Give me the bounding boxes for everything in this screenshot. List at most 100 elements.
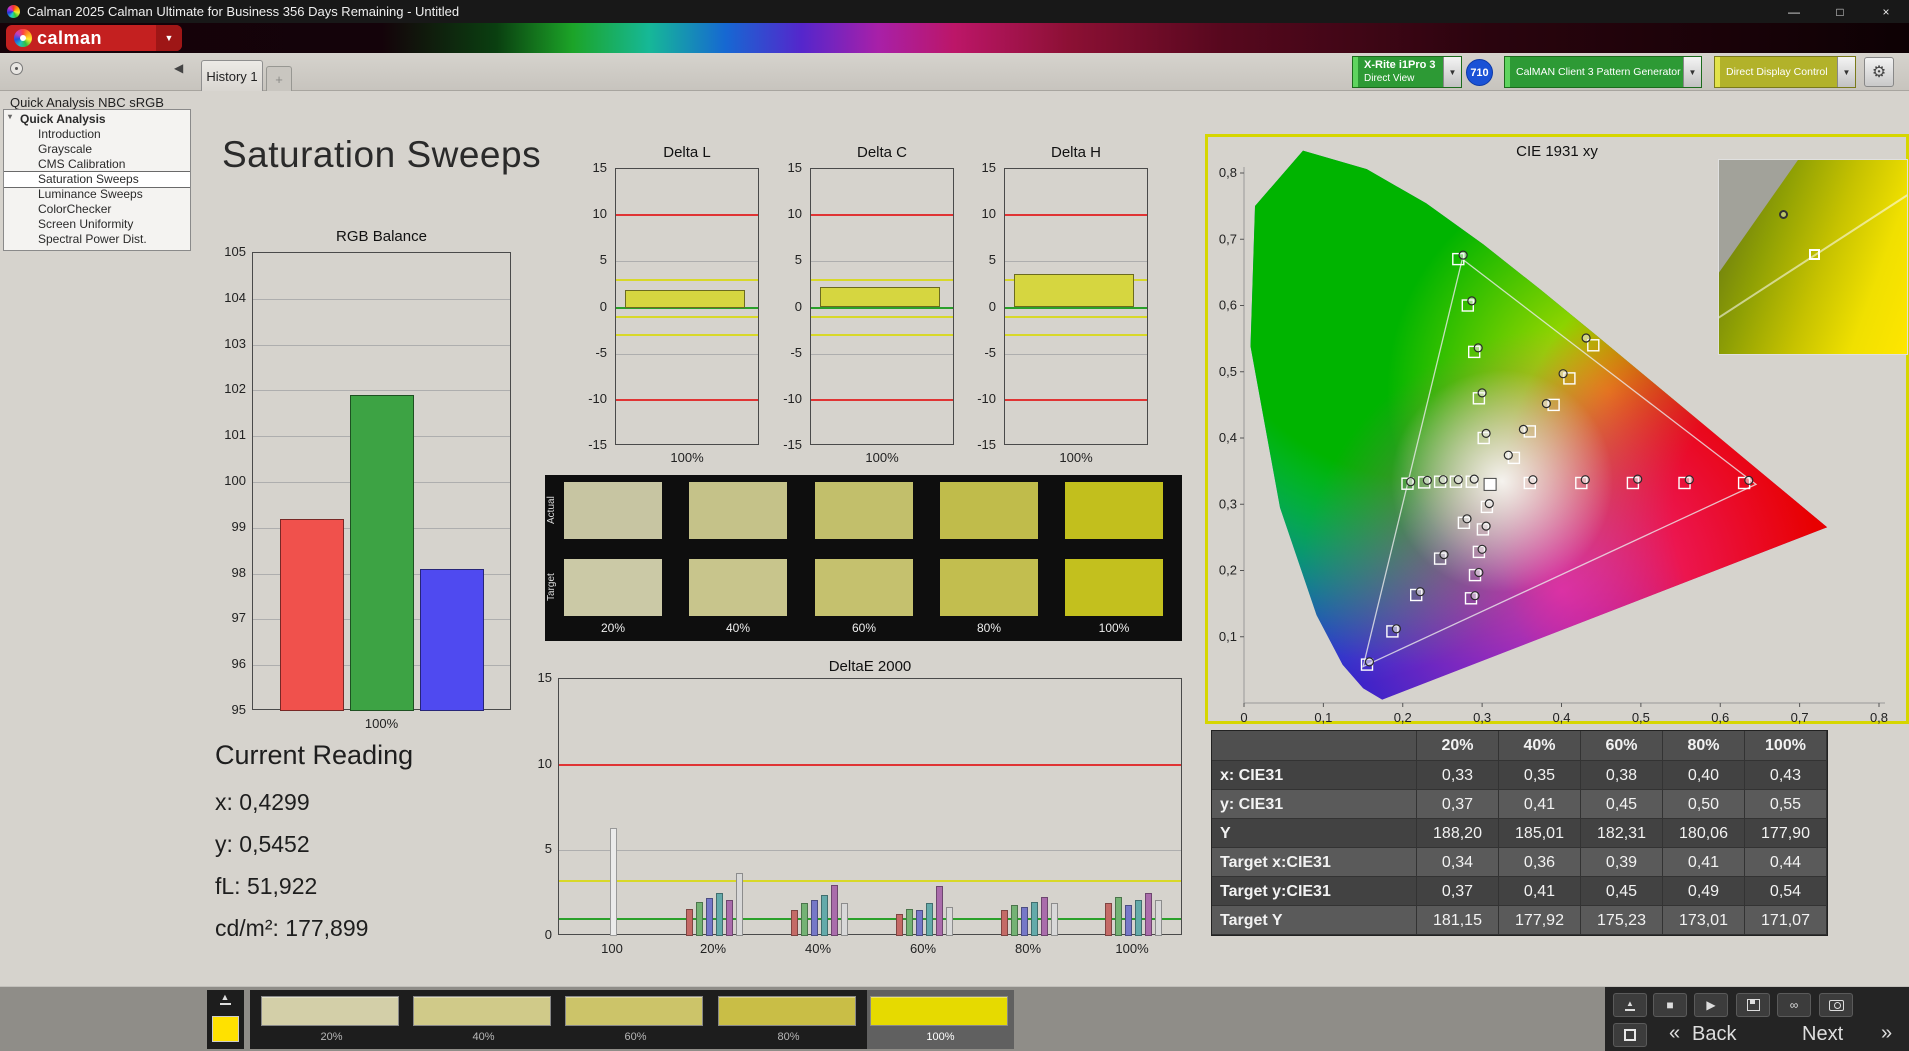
table-cell: 0,43	[1745, 761, 1827, 790]
back-button[interactable]: Back	[1692, 1023, 1736, 1046]
capture-button[interactable]	[1819, 993, 1853, 1017]
table-row: Target x:CIE31 0,34 0,36 0,39 0,41 0,44	[1212, 848, 1827, 877]
back-chevrons-icon[interactable]: «	[1669, 1022, 1680, 1045]
calman-menu-button[interactable]: calman ▼	[6, 25, 182, 51]
save-button[interactable]	[1736, 993, 1770, 1017]
y-tick-label: 10	[981, 206, 996, 222]
y-tick-label: 0	[544, 927, 552, 942]
stop-button[interactable]: ■	[1653, 993, 1687, 1017]
reference-line	[1005, 315, 1147, 318]
sidebar-item-saturation-sweeps[interactable]: Saturation Sweeps	[4, 171, 190, 188]
sidebar-item-grayscale[interactable]: Grayscale	[4, 142, 190, 157]
meter-dropdown[interactable]: X-Rite i1Pro 3 Direct View ▼	[1352, 56, 1462, 88]
pattern-swatch-60%[interactable]: 60%	[562, 990, 709, 1049]
y-tick-label: 105	[224, 244, 246, 259]
sidebar-item-colorchecker[interactable]: ColorChecker	[4, 202, 190, 217]
reference-line	[1005, 214, 1147, 217]
deltae-bar	[715, 893, 723, 936]
add-tab-button[interactable]: +	[266, 66, 292, 91]
pattern-generator-dropdown[interactable]: CalMAN Client 3 Pattern Generator ▼	[1504, 56, 1702, 88]
measured-point	[1453, 475, 1463, 485]
dropdown-arrow-icon[interactable]: ▼	[1837, 57, 1855, 87]
reference-line	[1005, 334, 1147, 337]
dropdown-arrow-icon[interactable]: ▼	[1443, 57, 1461, 87]
loop-button[interactable]: ∞	[1777, 993, 1811, 1017]
display-control-dropdown[interactable]: Direct Display Control ▼	[1714, 56, 1856, 88]
delta-h-plot	[1004, 168, 1148, 445]
row-label-actual: Actual	[546, 496, 557, 525]
reference-line	[559, 763, 1181, 766]
y-tick-label: 0,6	[1219, 298, 1237, 313]
next-button[interactable]: Next	[1802, 1023, 1843, 1046]
row-label-target: Target	[546, 573, 557, 602]
sidebar-item-screen-uniformity[interactable]: Screen Uniformity	[4, 217, 190, 232]
actual-swatch-60%	[815, 482, 913, 539]
maximize-button[interactable]: □	[1817, 0, 1863, 23]
gridline	[811, 353, 953, 355]
measured-point	[1633, 474, 1643, 484]
table-cell: 171,07	[1745, 906, 1827, 935]
deltae-bar	[1104, 903, 1112, 936]
sidebar-item-cms-calibration[interactable]: CMS Calibration	[4, 157, 190, 172]
table-row: x: CIE31 0,33 0,35 0,38 0,40 0,43	[1212, 761, 1827, 790]
eject-icon[interactable]: ▲	[215, 993, 235, 1009]
brand-bar: calman ▼	[0, 23, 1909, 53]
pattern-window-button[interactable]	[1613, 1023, 1647, 1047]
reading-x: x: 0,4299	[215, 789, 310, 815]
minimize-button[interactable]: —	[1771, 0, 1817, 23]
sidebar-item-luminance-sweeps[interactable]: Luminance Sweeps	[4, 187, 190, 202]
sidebar-item-introduction[interactable]: Introduction	[4, 127, 190, 142]
play-button[interactable]: ▶	[1694, 993, 1728, 1017]
eject-button[interactable]: ▲	[1613, 993, 1647, 1017]
y-tick-label: -5	[790, 344, 802, 360]
measured-point	[1439, 550, 1449, 560]
y-tick-label: 101	[224, 427, 246, 443]
sidebar-item-spectral-power-dist-[interactable]: Spectral Power Dist.	[4, 232, 190, 247]
measured-point	[1481, 428, 1491, 438]
row-label: y: CIE31	[1212, 790, 1417, 819]
table-cell: 0,50	[1663, 790, 1745, 819]
pattern-swatch-80%[interactable]: 80%	[715, 990, 862, 1049]
deltae-2000-chart: DeltaE 2000 0 5 10 15 100 20% 40% 60% 80% 100%	[518, 658, 1208, 958]
tab-history-1[interactable]: History 1	[201, 60, 263, 91]
deltae-bar	[810, 900, 818, 936]
pattern-swatch-100%[interactable]: 100%	[867, 990, 1014, 1049]
window-pattern-icon	[1624, 1029, 1636, 1041]
measured-point	[1503, 450, 1513, 460]
calman-menu-arrow-icon[interactable]: ▼	[156, 25, 182, 51]
deltae-bar	[609, 828, 617, 936]
meter-mode: Direct View	[1364, 72, 1415, 84]
measured-point	[1580, 475, 1590, 485]
sidebar-collapse-icon[interactable]: ◀	[174, 61, 183, 75]
swatch-label: 80%	[777, 1031, 800, 1043]
swatch-color	[261, 996, 399, 1026]
deltae-bar	[945, 906, 953, 936]
gridline	[253, 298, 510, 300]
rgb-balance-chart: RGB Balance 100% 95 96 97 98 99 100 101 102 103 1…	[214, 228, 524, 740]
table-cell: 181,15	[1417, 906, 1499, 935]
current-pattern-panel: ▲	[207, 990, 244, 1049]
y-tick-label: 100	[224, 473, 246, 488]
x-tick-label: 0,2	[1394, 710, 1412, 725]
close-button[interactable]: ×	[1863, 0, 1909, 23]
reference-line	[1005, 398, 1147, 401]
table-cell: 0,33	[1417, 761, 1499, 790]
tree-root-quick-analysis[interactable]: ▾ Quick Analysis	[4, 110, 190, 127]
bottom-bar: ▲ 20% 40% 60% 80% 100% ▲ ■ ▶ ∞ « Back Next »	[0, 986, 1909, 1051]
table-cell: 175,23	[1581, 906, 1663, 935]
pattern-swatch-20%[interactable]: 20%	[258, 990, 405, 1049]
pattern-swatch-40%[interactable]: 40%	[410, 990, 557, 1049]
deltae-bar	[840, 903, 848, 936]
panel-options-button[interactable]	[10, 62, 23, 75]
next-chevrons-icon[interactable]: »	[1881, 1022, 1892, 1045]
dropdown-arrow-icon[interactable]: ▼	[1683, 57, 1701, 87]
white-point	[1483, 477, 1497, 491]
tree-expander-icon[interactable]: ▾	[8, 112, 12, 121]
delta-h-chart: Delta H 100% -15 -10 -5 0 5 10 15	[959, 144, 1159, 474]
settings-gear-button[interactable]: ⚙	[1864, 57, 1894, 87]
deltae-bar	[790, 910, 798, 936]
y-tick-label: -10	[977, 390, 996, 406]
chart-title: Delta L	[663, 144, 711, 161]
group-label: 100	[601, 941, 623, 956]
group-label: 40%	[804, 941, 832, 956]
